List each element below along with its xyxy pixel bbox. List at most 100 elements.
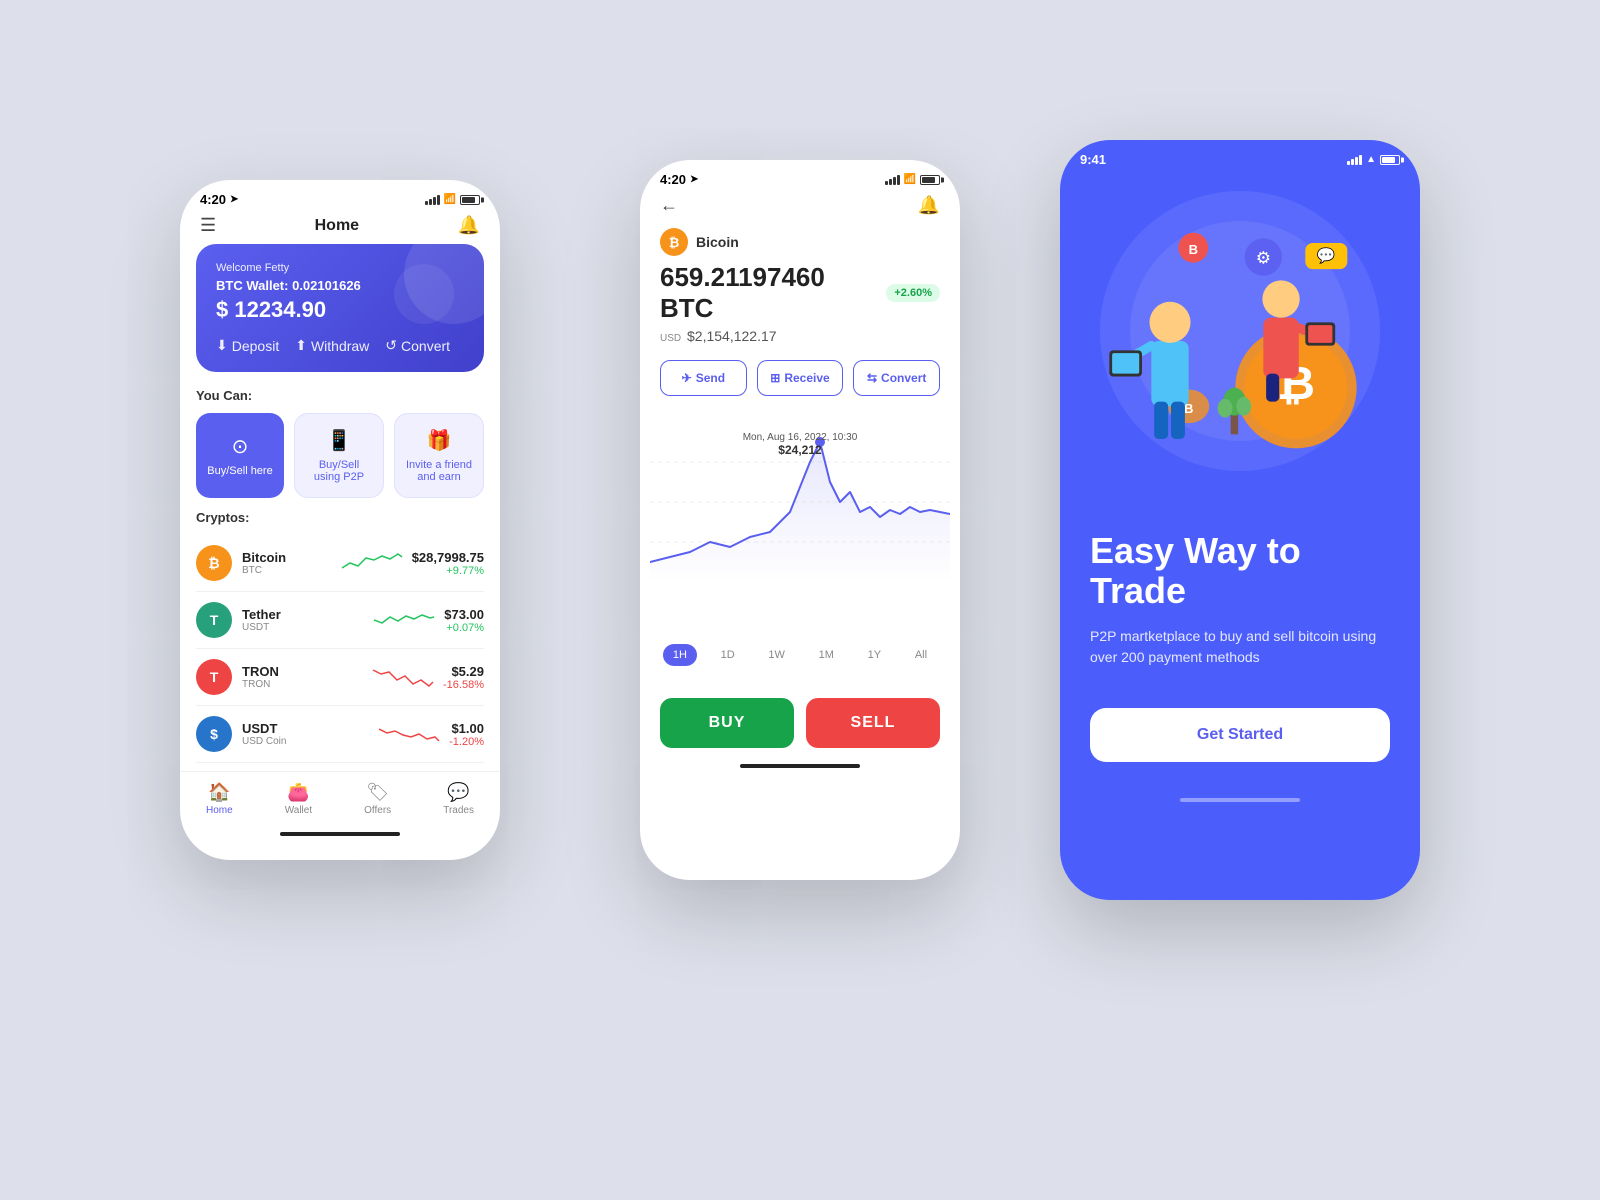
left-status-time: 4:20: [200, 192, 226, 207]
sell-button[interactable]: SELL: [806, 698, 940, 748]
convert-icon: ⇆: [867, 371, 877, 385]
bitcoin-info: Bitcoin BTC: [242, 550, 332, 576]
invite-label: Invite a friend and earn: [405, 459, 473, 483]
tab-1m[interactable]: 1M: [809, 644, 844, 666]
wallet-nav-icon: 👛: [287, 782, 309, 803]
mid-wifi-icon: 📶: [904, 174, 916, 185]
price-chart-area: Mon, Aug 16, 2022, 10:30 $24,212: [640, 412, 960, 632]
nav-offers[interactable]: 🏷 Offers: [364, 782, 391, 816]
hamburger-menu-icon[interactable]: ☰: [200, 215, 216, 236]
svg-text:💬: 💬: [1317, 247, 1336, 265]
nav-trades[interactable]: 💬 Trades: [443, 782, 474, 816]
nav-home[interactable]: 🏠 Home: [206, 782, 233, 816]
right-title: Easy Way to Trade: [1090, 531, 1390, 610]
usdt-info: USDT USD Coin: [242, 721, 369, 747]
crypto-item-bitcoin[interactable]: ₿ Bitcoin BTC $28,7998.75 +9.77%: [196, 535, 484, 592]
usdt-chart: [379, 719, 439, 749]
btc-change-badge: +2.60%: [886, 284, 940, 302]
tether-price-info: $73.00 +0.07%: [444, 607, 484, 634]
tab-1y[interactable]: 1Y: [858, 644, 891, 666]
cryptos-section: Cryptos: ₿ Bitcoin BTC $28,7998.75 +9.77…: [180, 510, 500, 763]
withdraw-button[interactable]: ⬆ Withdraw: [295, 337, 369, 354]
receive-icon: ⊞: [770, 371, 780, 385]
send-icon: ✈: [682, 371, 692, 385]
mid-battery-icon: [920, 175, 940, 185]
mid-status-icons: 📶: [885, 174, 940, 185]
you-can-p2p[interactable]: 📱 Buy/Sell using P2P: [294, 413, 384, 498]
right-content: Easy Way to Trade P2P martketplace to bu…: [1060, 511, 1420, 782]
home-nav-icon: 🏠: [208, 782, 230, 803]
you-can-section: You Can: ⊙ Buy/Sell here 📱 Buy/Sell usin…: [180, 388, 500, 510]
right-illustration: ₿ B: [1060, 171, 1420, 511]
nav-wallet[interactable]: 👛 Wallet: [285, 782, 312, 816]
left-wifi-icon: 📶: [444, 194, 456, 205]
left-signal: [425, 195, 440, 205]
invite-icon: 🎁: [427, 428, 452, 453]
buy-button[interactable]: BUY: [660, 698, 794, 748]
wallet-welcome: Welcome Fetty: [216, 262, 464, 274]
tab-all[interactable]: All: [905, 644, 937, 666]
crypto-item-tether[interactable]: T Tether USDT $73.00 +0.07%: [196, 592, 484, 649]
get-started-button[interactable]: Get Started: [1090, 708, 1390, 762]
chart-tooltip: Mon, Aug 16, 2022, 10:30 $24,212: [743, 432, 858, 457]
svg-text:⚙: ⚙: [1256, 249, 1271, 268]
mid-status-bar: 4:20 ➤ 📶: [640, 160, 960, 191]
btc-logo: ₿: [660, 228, 688, 256]
wallet-address: BTC Wallet: 0.02101626: [216, 278, 464, 293]
crypto-item-tron[interactable]: T TRON TRON $5.29 -16.58%: [196, 649, 484, 706]
left-location-icon: ➤: [230, 194, 238, 205]
wallet-convert-button[interactable]: ↺ Convert: [385, 337, 450, 354]
deposit-button[interactable]: ⬇ Deposit: [216, 337, 279, 354]
left-bell-icon[interactable]: 🔔: [458, 215, 480, 236]
left-header: ☰ Home 🔔: [180, 211, 500, 244]
you-can-invite[interactable]: 🎁 Invite a friend and earn: [394, 413, 484, 498]
mid-header: ← 🔔: [640, 191, 960, 228]
wallet-amount: $ 12234.90: [216, 297, 464, 323]
left-status-bar: 4:20 ➤ 📶: [180, 180, 500, 211]
cryptos-title: Cryptos:: [196, 510, 484, 525]
you-can-buy-sell[interactable]: ⊙ Buy/Sell here: [196, 413, 284, 498]
phones-container: 4:20 ➤ 📶 ☰ Home 🔔: [150, 100, 1450, 1100]
p2p-icon: 📱: [327, 428, 352, 453]
btc-amount-row: 659.21197460 BTC +2.60%: [660, 262, 940, 324]
middle-phone: 4:20 ➤ 📶 ← 🔔 ₿: [640, 160, 960, 880]
trading-illustration: ₿ B: [1100, 211, 1380, 471]
left-phone: 4:20 ➤ 📶 ☰ Home 🔔: [180, 180, 500, 860]
bitcoin-price-info: $28,7998.75 +9.77%: [412, 550, 484, 577]
btc-amount: 659.21197460 BTC: [660, 262, 876, 324]
chart-tooltip-price: $24,212: [743, 443, 858, 457]
buy-sell-label: Buy/Sell here: [207, 465, 272, 477]
crypto-item-usdt[interactable]: $ USDT USD Coin $1.00 -1.20%: [196, 706, 484, 763]
svg-text:B: B: [1189, 242, 1198, 257]
right-subtitle: P2P martketplace to buy and sell bitcoin…: [1090, 626, 1390, 668]
right-battery-icon: [1380, 155, 1400, 165]
p2p-label: Buy/Sell using P2P: [305, 459, 373, 483]
tether-info: Tether USDT: [242, 607, 364, 633]
tron-logo: T: [196, 659, 232, 695]
tron-chart: [373, 662, 433, 692]
left-home-indicator: [280, 832, 400, 836]
tether-chart: [374, 605, 434, 635]
tab-1w[interactable]: 1W: [758, 644, 795, 666]
usdt-price-info: $1.00 -1.20%: [449, 721, 484, 748]
coin-action-buttons: ✈ Send ⊞ Receive ⇆ Convert: [640, 360, 960, 412]
receive-button[interactable]: ⊞ Receive: [757, 360, 844, 396]
left-battery-icon: [460, 195, 480, 205]
right-status-time: 9:41: [1080, 152, 1106, 167]
right-status-bar: 9:41 ▲: [1060, 140, 1420, 171]
btc-usd-value: USD $2,154,122.17: [660, 328, 940, 344]
btc-name: Bicoin: [696, 234, 739, 250]
tether-logo: T: [196, 602, 232, 638]
right-status-icons: ▲: [1347, 154, 1400, 165]
buy-sell-icon: ⊙: [232, 434, 249, 459]
tab-1h[interactable]: 1H: [663, 644, 697, 666]
back-button[interactable]: ←: [660, 195, 678, 216]
you-can-grid: ⊙ Buy/Sell here 📱 Buy/Sell using P2P 🎁 I…: [196, 413, 484, 498]
bitcoin-top-row: ₿ Bicoin: [660, 228, 940, 256]
tab-1d[interactable]: 1D: [711, 644, 745, 666]
right-phone: 9:41 ▲ ₿: [1060, 140, 1420, 900]
mid-bell-icon[interactable]: 🔔: [918, 195, 940, 216]
convert-button[interactable]: ⇆ Convert: [853, 360, 940, 396]
send-button[interactable]: ✈ Send: [660, 360, 747, 396]
left-status-icons: 📶: [425, 194, 480, 205]
